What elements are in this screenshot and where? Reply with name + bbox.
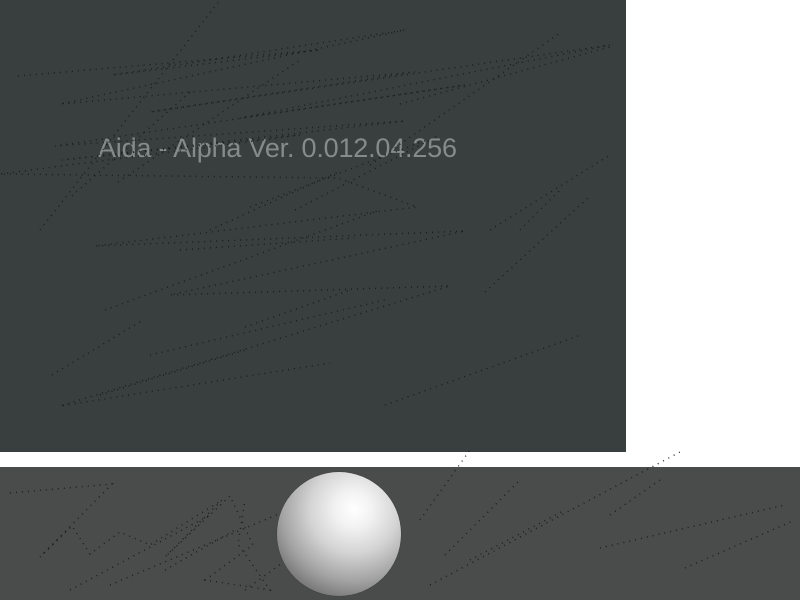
- game-viewport[interactable]: Aida - Alpha Ver. 0.012.04.256: [0, 0, 800, 600]
- top-scene-panel: Aida - Alpha Ver. 0.012.04.256: [0, 0, 626, 452]
- white-sphere-icon[interactable]: [277, 472, 401, 596]
- build-version-title: Aida - Alpha Ver. 0.012.04.256: [98, 133, 457, 163]
